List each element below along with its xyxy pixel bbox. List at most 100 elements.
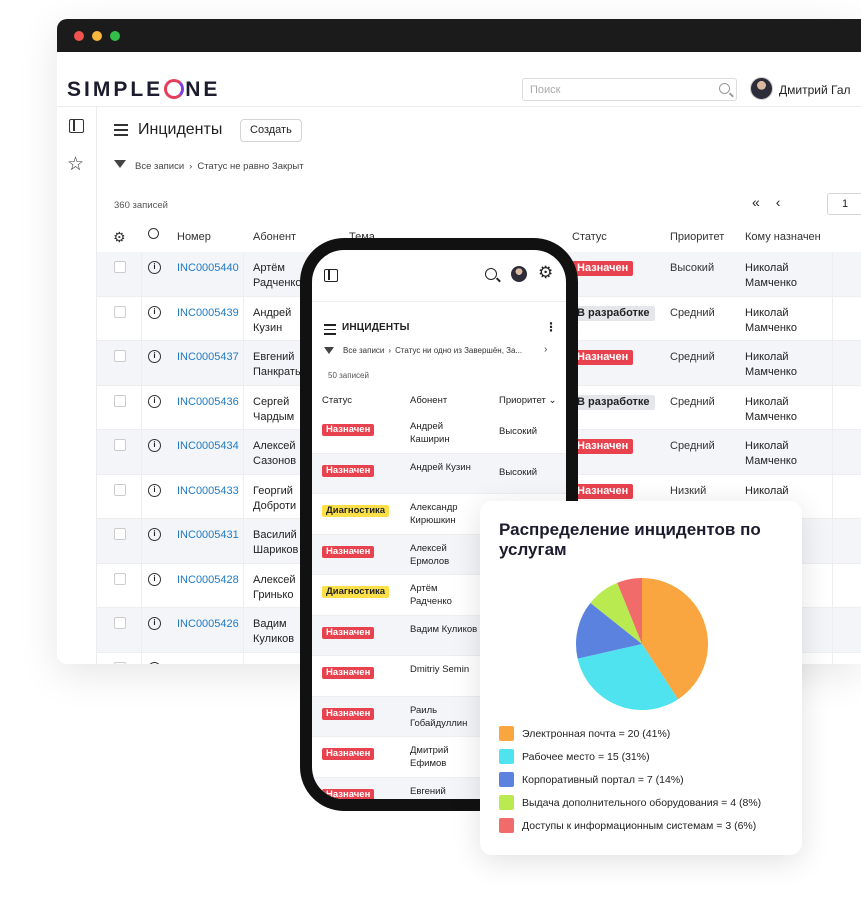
abonent-cell: Дмитрий Ефимов [410,745,449,769]
pie-chart [576,578,708,710]
incident-number-link[interactable]: INC0005425 [177,662,239,665]
filter-icon[interactable] [114,160,126,168]
breadcrumb-condition[interactable]: Статус не равно Закрыт [197,161,303,172]
info-icon[interactable]: i [148,261,161,274]
assignee-cell: Николай Мамченко [745,262,797,289]
pager: «‹ [752,194,796,210]
status-cell: Назначен [322,747,375,760]
incident-number-link[interactable]: INC0005437 [177,350,239,365]
column-status[interactable]: Статус [322,395,352,406]
menu-icon[interactable] [114,124,128,139]
column-assignee[interactable]: Кому назначен [745,231,821,243]
avatar[interactable] [750,77,773,100]
status-cell: В разработке [572,305,655,321]
user-name[interactable]: Дмитрий Гал [779,83,851,97]
row-checkbox[interactable] [114,439,126,451]
chart-title: Распределение инцидентов по услугам [499,520,761,559]
status-cell: Назначен [322,545,375,558]
column-number[interactable]: Номер [177,231,211,243]
row-checkbox[interactable] [114,350,126,362]
info-icon[interactable]: i [148,394,161,408]
row-checkbox[interactable] [114,617,126,629]
incident-number-link[interactable]: INC0005440 [177,261,239,276]
status-cell: Назначен [572,350,634,365]
gear-icon[interactable]: ⚙ [113,229,126,246]
incident-number-link[interactable]: INC0005439 [177,306,239,321]
legend-label: Рабочее место = 15 (31%) [522,751,650,763]
priority-cell: Средний [670,351,715,363]
phone-table-header: Статус Абонент Приоритет ⌄ [312,392,566,414]
status-cell: Назначен [322,666,375,679]
row-checkbox[interactable] [114,572,126,585]
gear-icon[interactable]: ⚙ [538,263,553,283]
legend-swatch [499,818,514,833]
info-icon[interactable]: i [148,528,161,541]
filter-icon[interactable] [324,347,334,354]
row-checkbox[interactable] [114,394,126,407]
column-abonent[interactable]: Абонент [410,395,447,406]
incident-number-link[interactable]: INC0005428 [177,573,239,588]
create-button[interactable]: Создать [240,119,302,142]
info-icon[interactable]: i [148,439,161,452]
incident-number-link[interactable]: INC0005426 [177,617,239,632]
more-icon[interactable]: ⋮ [545,320,557,334]
info-icon[interactable]: i [148,617,161,630]
abonent-cell: Dmitriy Semin [410,664,470,675]
status-badge: Назначен [322,788,375,799]
page-number-input[interactable]: 1 [827,193,861,215]
list-item[interactable]: Назначен Андрей Каширин Высокий [312,413,566,454]
abonent-cell: Вадим Куликов [410,623,478,635]
first-page-icon[interactable]: « [752,194,760,210]
maximize-window-dot[interactable] [110,31,120,41]
info-icon[interactable]: i [148,350,161,363]
info-icon[interactable]: i [148,483,161,497]
info-icon[interactable]: i [148,661,161,664]
simpleone-logo[interactable]: SIMPLE NE [67,78,220,102]
priority-cell: Высокий [499,426,538,437]
abonent-cell: Андрей Каширин [410,421,450,445]
chevron-right-icon[interactable]: › [544,344,547,355]
column-priority[interactable]: Приоритет [670,231,724,243]
legend-label: Электронная почта = 20 (41%) [522,728,671,740]
sidebar-toggle-icon[interactable] [69,119,84,133]
info-icon[interactable]: i [148,305,161,319]
search-column-icon[interactable] [148,228,159,242]
row-checkbox[interactable] [114,528,126,540]
legend-swatch [499,772,514,787]
breadcrumb-all[interactable]: Все записи [135,161,184,172]
incident-number-link[interactable]: INC0005434 [177,439,239,454]
phone-breadcrumb: Все записи › Статус ни одно из Завершён, З… [343,346,522,355]
incident-number-link[interactable]: INC0005436 [177,395,239,410]
list-item[interactable]: Назначен Андрей Кузин Высокий [312,453,566,494]
menu-icon[interactable] [324,324,336,338]
breadcrumb-condition[interactable]: Статус ни одно из Завершён, За... [395,346,522,355]
close-window-dot[interactable] [74,31,84,41]
row-checkbox[interactable] [114,483,126,496]
avatar[interactable] [511,266,527,282]
info-icon[interactable]: i [148,572,161,586]
row-checkbox[interactable] [114,305,126,318]
incident-number-link[interactable]: INC0005433 [177,484,239,499]
row-checkbox[interactable] [114,661,126,664]
minimize-window-dot[interactable] [92,31,102,41]
chart-card: Распределение инцидентов по услугам Элек… [480,501,802,855]
column-priority[interactable]: Приоритет ⌄ [499,395,556,406]
prev-page-icon[interactable]: ‹ [776,194,781,210]
column-status[interactable]: Статус [572,231,607,243]
legend-swatch [499,795,514,810]
status-cell: Назначен [322,788,375,799]
page-title: Инциденты [138,121,223,138]
abonent-cell: Евгений [410,785,446,797]
incident-number-link[interactable]: INC0005431 [177,528,239,543]
row-checkbox[interactable] [114,261,126,273]
assignee-cell: Николай Мамченко [745,440,797,467]
star-icon[interactable]: ☆ [67,155,84,174]
sidebar-toggle-icon[interactable] [324,269,338,282]
status-cell: В разработке [572,394,655,410]
abonent-cell: Артём Радченко [410,583,452,607]
breadcrumb-all[interactable]: Все записи [343,346,384,355]
status-badge: Диагностика [322,505,390,517]
search-icon[interactable] [485,268,497,280]
column-abonent[interactable]: Абонент [253,231,296,243]
search-input[interactable]: Поиск [522,78,737,101]
